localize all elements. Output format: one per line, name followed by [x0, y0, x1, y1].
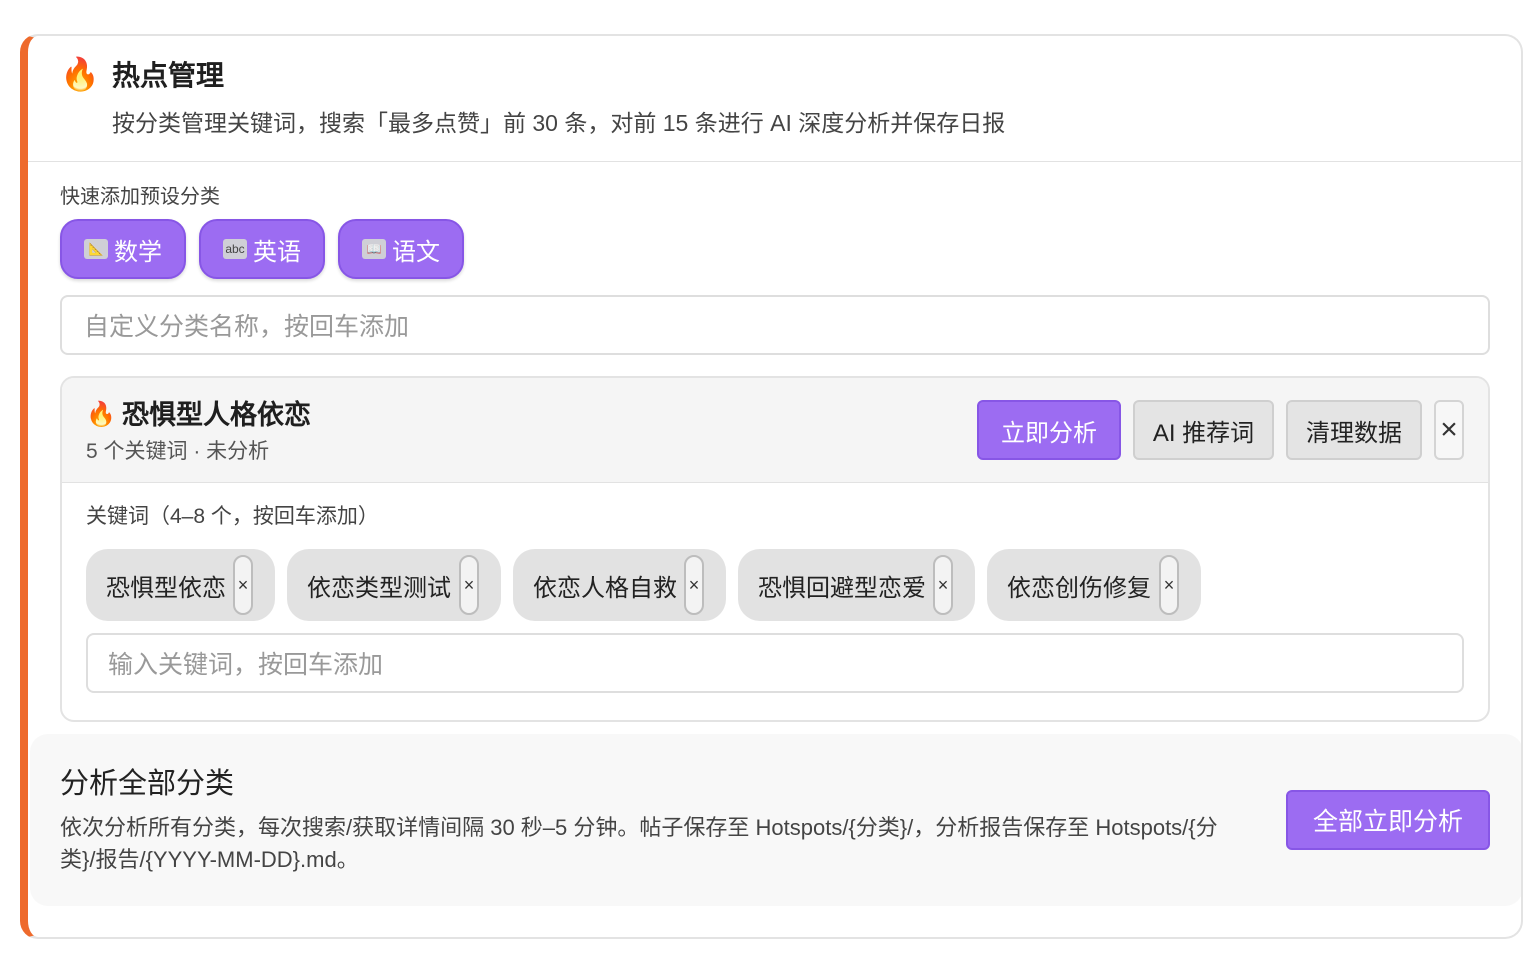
preset-english-button[interactable]: abc 英语 [199, 219, 325, 279]
analyze-all-section: 分析全部分类 依次分析所有分类，每次搜索/获取详情间隔 30 秒–5 分钟。帖子… [30, 734, 1521, 906]
keyword-chip: 依恋人格自救 × [513, 549, 726, 621]
keyword-chip: 依恋创伤修复 × [987, 549, 1201, 621]
ai-recommend-button[interactable]: AI 推荐词 [1133, 400, 1274, 460]
ruler-icon: 📐 [84, 239, 108, 259]
hotspot-panel: 🔥 热点管理 按分类管理关键词，搜索「最多点赞」前 30 条，对前 15 条进行… [20, 34, 1523, 939]
category-meta: 5 个关键词 · 未分析 [86, 440, 270, 463]
book-icon: 📖 [362, 239, 386, 259]
keyword-text: 恐惧回避型恋爱 [758, 574, 926, 602]
remove-keyword-icon[interactable]: × [233, 555, 253, 615]
remove-keyword-icon[interactable]: × [459, 555, 479, 615]
fire-icon: 🔥 [86, 401, 116, 428]
analyze-all-button[interactable]: 全部立即分析 [1286, 790, 1490, 850]
keyword-chip: 恐惧回避型恋爱 × [738, 549, 975, 621]
keyword-text: 依恋人格自救 [533, 574, 677, 602]
category-title: 恐惧型人格依恋 [122, 400, 311, 430]
fire-icon: 🔥 [60, 56, 100, 92]
remove-keyword-icon[interactable]: × [1159, 555, 1179, 615]
analyze-now-button[interactable]: 立即分析 [977, 400, 1121, 460]
remove-keyword-icon[interactable]: × [933, 555, 953, 615]
preset-label-math: 数学 [114, 238, 162, 266]
preset-label-chinese: 语文 [392, 238, 440, 266]
clear-data-button[interactable]: 清理数据 [1286, 400, 1422, 460]
preset-label: 快速添加预设分类 [60, 186, 220, 208]
category-card: 🔥 恐惧型人格依恋 5 个关键词 · 未分析 立即分析 AI 推荐词 清理数据 … [60, 376, 1490, 722]
keyword-text: 依恋类型测试 [307, 574, 451, 602]
custom-category-input[interactable]: 自定义分类名称，按回车添加 [60, 295, 1490, 355]
remove-keyword-icon[interactable]: × [684, 555, 704, 615]
panel-header: 🔥 热点管理 按分类管理关键词，搜索「最多点赞」前 30 条，对前 15 条进行… [28, 36, 1521, 162]
abc-icon: abc [223, 239, 247, 259]
preset-math-button[interactable]: 📐 数学 [60, 219, 186, 279]
analyze-all-title: 分析全部分类 [60, 768, 235, 800]
preset-chinese-button[interactable]: 📖 语文 [338, 219, 464, 279]
keyword-input[interactable]: 输入关键词，按回车添加 [86, 633, 1464, 693]
keyword-chip: 依恋类型测试 × [287, 549, 501, 621]
close-category-button[interactable]: × [1434, 400, 1464, 460]
keyword-chip: 恐惧型依恋 × [86, 549, 275, 621]
keyword-text: 恐惧型依恋 [106, 574, 226, 602]
analyze-all-description: 依次分析所有分类，每次搜索/获取详情间隔 30 秒–5 分钟。帖子保存至 Hot… [60, 815, 1218, 872]
keywords-label: 关键词（4–8 个，按回车添加） [86, 505, 379, 528]
keyword-text: 依恋创伤修复 [1007, 574, 1151, 602]
category-header: 🔥 恐惧型人格依恋 5 个关键词 · 未分析 立即分析 AI 推荐词 清理数据 … [62, 378, 1488, 483]
page-subtitle: 按分类管理关键词，搜索「最多点赞」前 30 条，对前 15 条进行 AI 深度分… [112, 110, 1006, 136]
preset-label-english: 英语 [253, 238, 301, 266]
page-title: 热点管理 [112, 60, 225, 91]
